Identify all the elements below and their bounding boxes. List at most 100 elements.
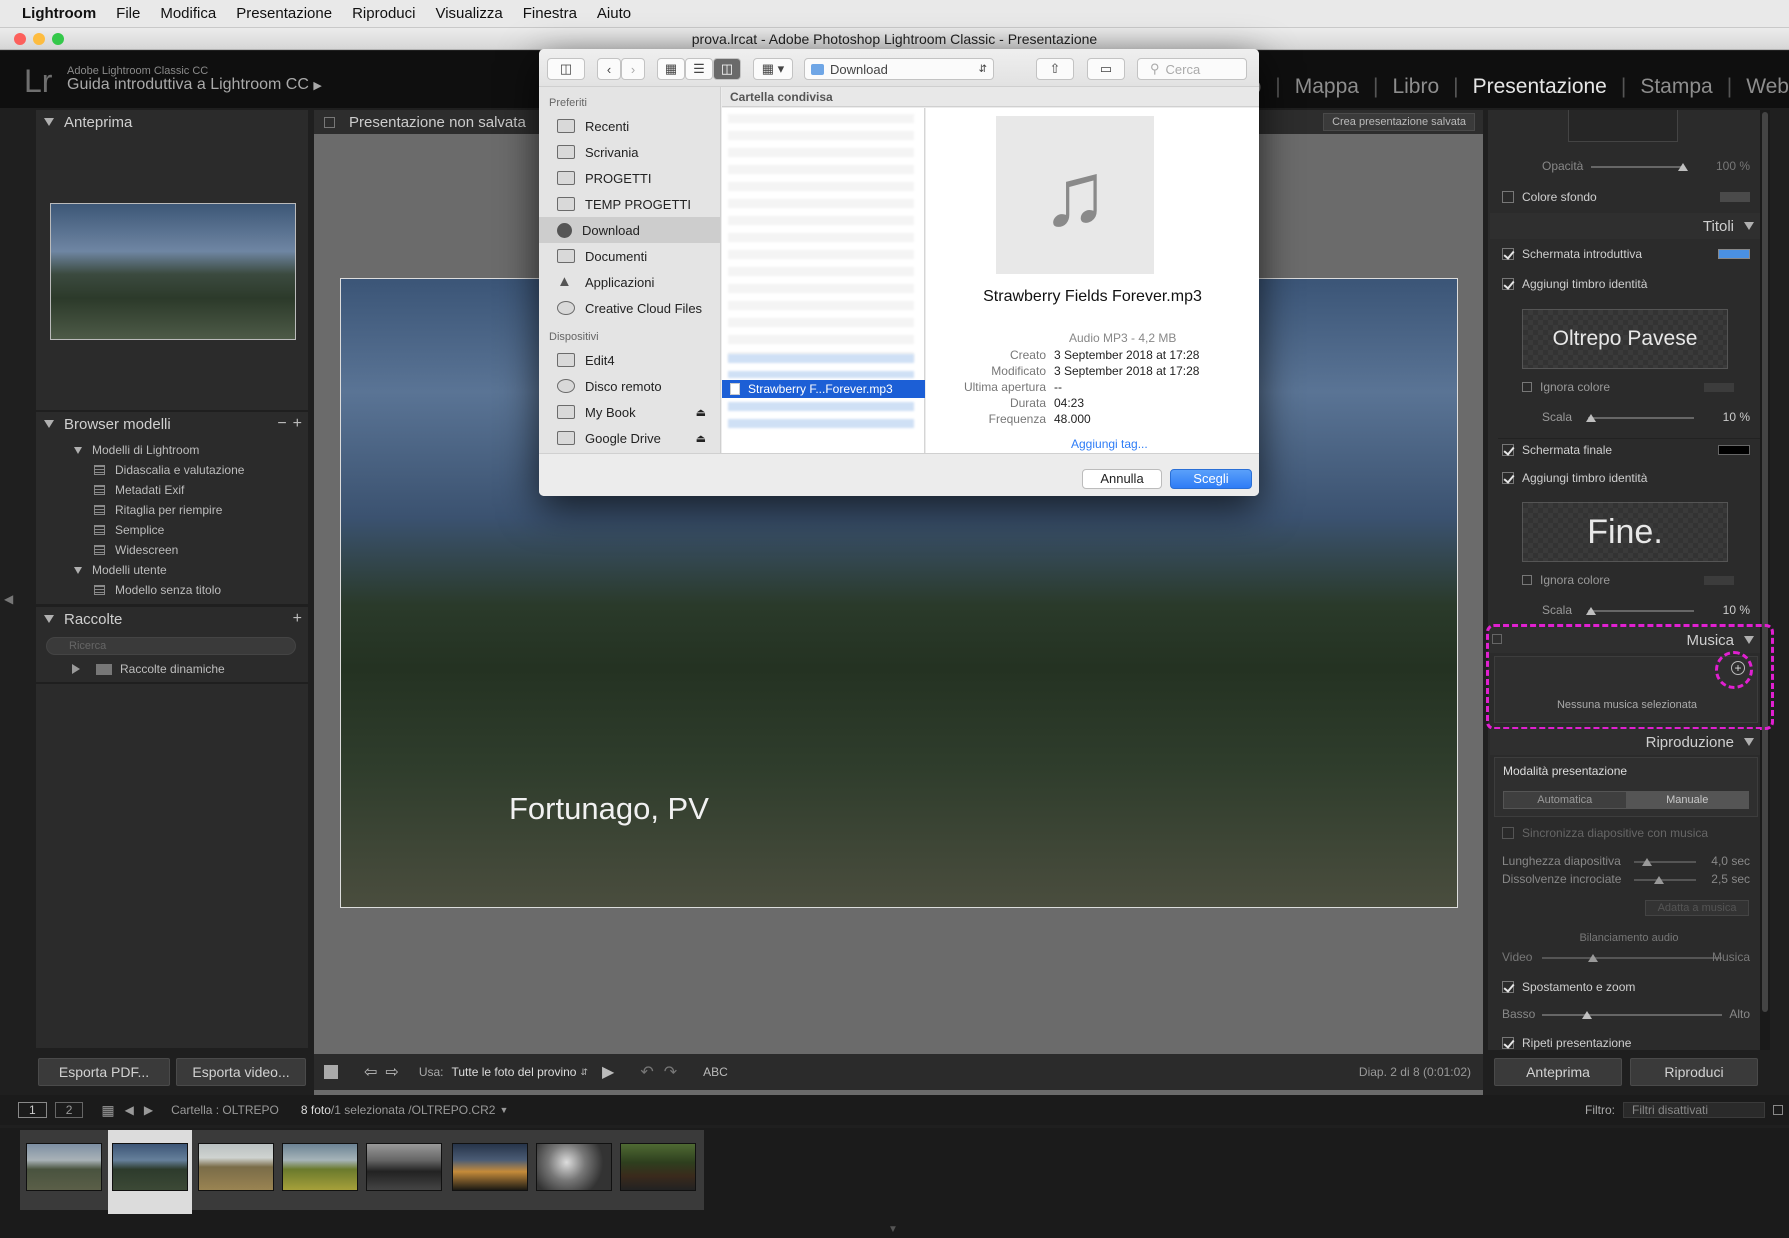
intro-screen-checkbox[interactable] <box>1502 248 1514 260</box>
prev-slide-icon[interactable]: ⇦ <box>364 1062 377 1082</box>
export-pdf-button[interactable]: Esporta PDF... <box>38 1058 170 1086</box>
sidebar-item-remote-disc[interactable]: Disco remoto <box>539 373 720 399</box>
sidebar-toggle-icon[interactable]: ◫ <box>547 58 585 80</box>
repeat-checkbox[interactable] <box>1502 1037 1514 1049</box>
location-dropdown[interactable]: Download ⇵ <box>804 58 994 80</box>
stop-icon[interactable] <box>324 1065 338 1079</box>
preview-button[interactable]: Anteprima <box>1494 1058 1622 1086</box>
menu-slideshow[interactable]: Presentazione <box>236 5 332 22</box>
pan-zoom-knob[interactable] <box>1582 1011 1592 1019</box>
template-item[interactable]: Semplice <box>74 520 308 540</box>
slide-length-knob[interactable] <box>1642 858 1652 866</box>
mode-manual-button[interactable]: Manuale <box>1626 792 1748 808</box>
play-icon[interactable]: ▶ <box>602 1062 614 1082</box>
template-item[interactable]: Widescreen <box>74 540 308 560</box>
intro-ignore-color-checkbox[interactable] <box>1522 382 1532 392</box>
menu-edit[interactable]: Modifica <box>160 5 216 22</box>
final-color-swatch[interactable] <box>1718 444 1750 455</box>
forward-icon[interactable]: › <box>621 58 645 80</box>
final-scale-knob[interactable] <box>1586 607 1596 615</box>
eject-icon[interactable]: ⏏ <box>696 406 706 419</box>
final-screen-checkbox[interactable] <box>1502 443 1514 456</box>
identity-plate-title[interactable]: Guida introduttiva a Lightroom CC ▶ <box>67 76 322 94</box>
sidebar-item-google-drive[interactable]: Google Drive ⏏ <box>539 425 720 451</box>
sync-music-checkbox[interactable] <box>1502 827 1514 839</box>
selected-file-row[interactable]: Strawberry F...Forever.mp3 <box>722 380 925 398</box>
scrollbar-thumb[interactable] <box>1762 112 1768 1012</box>
close-window-button[interactable] <box>14 33 26 45</box>
sidebar-item-recents[interactable]: Recenti <box>539 113 720 139</box>
ignore-color-swatch[interactable] <box>1704 575 1734 585</box>
grid-icon[interactable]: ▦ <box>101 1102 114 1119</box>
template-item[interactable]: Didascalia e valutazione <box>74 460 308 480</box>
titles-section-header[interactable]: Titoli <box>1490 213 1760 239</box>
sidebar-item-download[interactable]: Download <box>539 217 720 243</box>
main-window-button[interactable]: 1 <box>18 1102 47 1118</box>
sidebar-item-applications[interactable]: ▲ Applicazioni <box>539 269 720 295</box>
filmstrip-thumbnail[interactable] <box>26 1143 102 1191</box>
selection-info[interactable]: /1 selezionata /OLTREPO.CR2 <box>331 1103 496 1117</box>
intro-scale-knob[interactable] <box>1586 414 1596 422</box>
add-tags-link[interactable]: Aggiungi tag... <box>1071 437 1148 451</box>
back-icon[interactable]: ‹ <box>597 58 621 80</box>
filter-lock-icon[interactable] <box>1773 1105 1783 1115</box>
share-icon[interactable]: ⇧ <box>1036 58 1074 80</box>
search-input[interactable]: ⚲ Cerca <box>1137 58 1247 80</box>
bg-color-swatch[interactable] <box>1720 192 1750 202</box>
list-view-icon[interactable]: ☰ <box>685 58 713 80</box>
filmstrip-thumbnail[interactable] <box>282 1143 358 1191</box>
intro-identity-checkbox[interactable] <box>1502 278 1514 290</box>
intro-color-swatch[interactable] <box>1718 249 1750 259</box>
remove-template-icon[interactable]: − <box>277 415 286 433</box>
module-map[interactable]: Mappa <box>1295 75 1359 99</box>
smart-collections-folder[interactable]: Raccolte dinamiche <box>72 659 225 679</box>
sidebar-item-edit4[interactable]: Edit4 <box>539 347 720 373</box>
back-arrow-icon[interactable]: ◀ <box>125 1103 134 1117</box>
secondary-window-button[interactable]: 2 <box>54 1102 84 1118</box>
create-saved-slideshow-button[interactable]: Crea presentazione salvata <box>1323 113 1475 131</box>
sidebar-item-desktop[interactable]: Scrivania <box>539 139 720 165</box>
export-video-button[interactable]: Esporta video... <box>176 1058 306 1086</box>
filmstrip-thumbnail[interactable] <box>536 1143 612 1191</box>
tree-folder[interactable]: Modelli di Lightroom <box>74 440 308 460</box>
fit-to-music-button[interactable]: Adatta a musica <box>1645 900 1749 916</box>
gallery-view-icon[interactable]: ▦ ▾ <box>753 58 793 80</box>
menu-app-lightroom[interactable]: Lightroom <box>22 5 96 22</box>
template-item[interactable]: Modello senza titolo <box>74 580 308 600</box>
menu-view[interactable]: Visualizza <box>435 5 502 22</box>
final-ignore-color-checkbox[interactable] <box>1522 575 1532 585</box>
final-identity-checkbox[interactable] <box>1502 472 1514 484</box>
menu-window[interactable]: Finestra <box>523 5 577 22</box>
add-collection-icon[interactable]: + <box>293 610 302 628</box>
final-identity-plate[interactable]: Fine. <box>1522 502 1728 562</box>
add-template-icon[interactable]: + <box>293 415 302 433</box>
choose-button[interactable]: Scegli <box>1170 469 1252 489</box>
module-slideshow[interactable]: Presentazione <box>1473 75 1607 99</box>
playback-section-header[interactable]: Riproduzione <box>1490 729 1760 755</box>
tag-icon[interactable]: ▭ <box>1087 58 1125 80</box>
sidebar-item-creative-cloud[interactable]: Creative Cloud Files <box>539 295 720 321</box>
filter-select[interactable]: Filtri disattivati <box>1623 1102 1765 1118</box>
next-slide-icon[interactable]: ⇨ <box>385 1062 398 1082</box>
module-book[interactable]: Libro <box>1392 75 1439 99</box>
zoom-window-button[interactable] <box>52 33 64 45</box>
template-item[interactable]: Metadati Exif <box>74 480 308 500</box>
module-web[interactable]: Web <box>1746 75 1789 99</box>
filmstrip-toggle-icon[interactable]: ▼ <box>888 1224 898 1235</box>
sidebar-item-temp-progetti[interactable]: TEMP PROGETTI <box>539 191 720 217</box>
icon-view-icon[interactable]: ▦ <box>657 58 685 80</box>
menu-play[interactable]: Riproduci <box>352 5 415 22</box>
filmstrip-thumbnail[interactable] <box>112 1143 188 1191</box>
bg-color-checkbox[interactable] <box>1502 191 1514 203</box>
sidebar-item-documents[interactable]: Documenti <box>539 243 720 269</box>
use-select[interactable]: Tutte le foto del provino <box>452 1065 577 1079</box>
pan-zoom-checkbox[interactable] <box>1502 981 1514 993</box>
collections-header[interactable]: Raccolte + <box>36 607 308 631</box>
opacity-slider-knob[interactable] <box>1678 163 1688 171</box>
column-view-icon[interactable]: ◫ <box>713 58 741 80</box>
mode-automatic-button[interactable]: Automatica <box>1504 792 1627 808</box>
filmstrip-thumbnail[interactable] <box>366 1143 442 1191</box>
eject-icon[interactable]: ⏏ <box>696 432 706 445</box>
forward-arrow-icon[interactable]: ▶ <box>144 1103 153 1117</box>
menu-file[interactable]: File <box>116 5 140 22</box>
